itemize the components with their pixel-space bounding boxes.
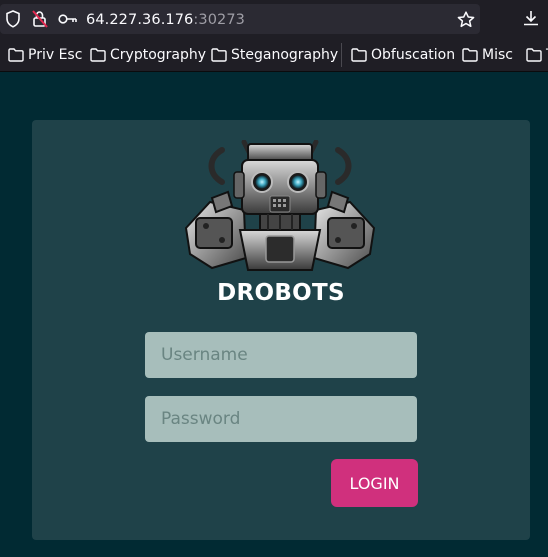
folder-icon [211, 48, 227, 62]
url-text[interactable]: 64.227.36.176:30273 [86, 12, 245, 28]
shield-icon[interactable] [5, 10, 21, 28]
key-icon[interactable] [58, 13, 78, 25]
username-input[interactable] [145, 332, 417, 378]
bookmark-label: Steganography [231, 47, 339, 63]
bookmark-misc[interactable]: Misc [462, 45, 513, 65]
brand-title: DROBOTS [217, 280, 345, 306]
bookmark-cryptography[interactable]: Cryptography [90, 45, 206, 65]
folder-icon [8, 48, 24, 62]
bookmark-obfuscation[interactable]: Obfuscation [351, 45, 455, 65]
url-port: :30273 [193, 12, 246, 28]
bookmark-priv-esc[interactable]: Priv Esc [8, 45, 82, 65]
folder-icon [462, 48, 478, 62]
folder-icon [90, 48, 106, 62]
bookmarks-separator [341, 43, 342, 67]
lock-warning-icon[interactable] [31, 9, 49, 29]
password-input[interactable] [145, 396, 417, 442]
bookmark-label: Obfuscation [371, 47, 456, 63]
folder-icon [526, 48, 542, 62]
address-bar[interactable]: 64.227.36.176:30273 [0, 4, 480, 34]
bookmark-steganography[interactable]: Steganography [211, 45, 338, 65]
bookmark-label: Priv Esc [28, 47, 83, 63]
robot-logo [184, 140, 376, 271]
star-icon[interactable] [457, 11, 475, 28]
bookmark-label: Cryptography [110, 47, 207, 63]
bookmark-overflow[interactable]: T [526, 45, 548, 65]
login-button[interactable]: LOGIN [331, 459, 418, 507]
folder-icon [351, 48, 367, 62]
bookmark-label: Misc [482, 47, 513, 63]
url-host: 64.227.36.176 [86, 12, 194, 28]
browser-toolbar: 64.227.36.176:30273 [0, 0, 548, 38]
download-icon[interactable] [522, 9, 540, 27]
